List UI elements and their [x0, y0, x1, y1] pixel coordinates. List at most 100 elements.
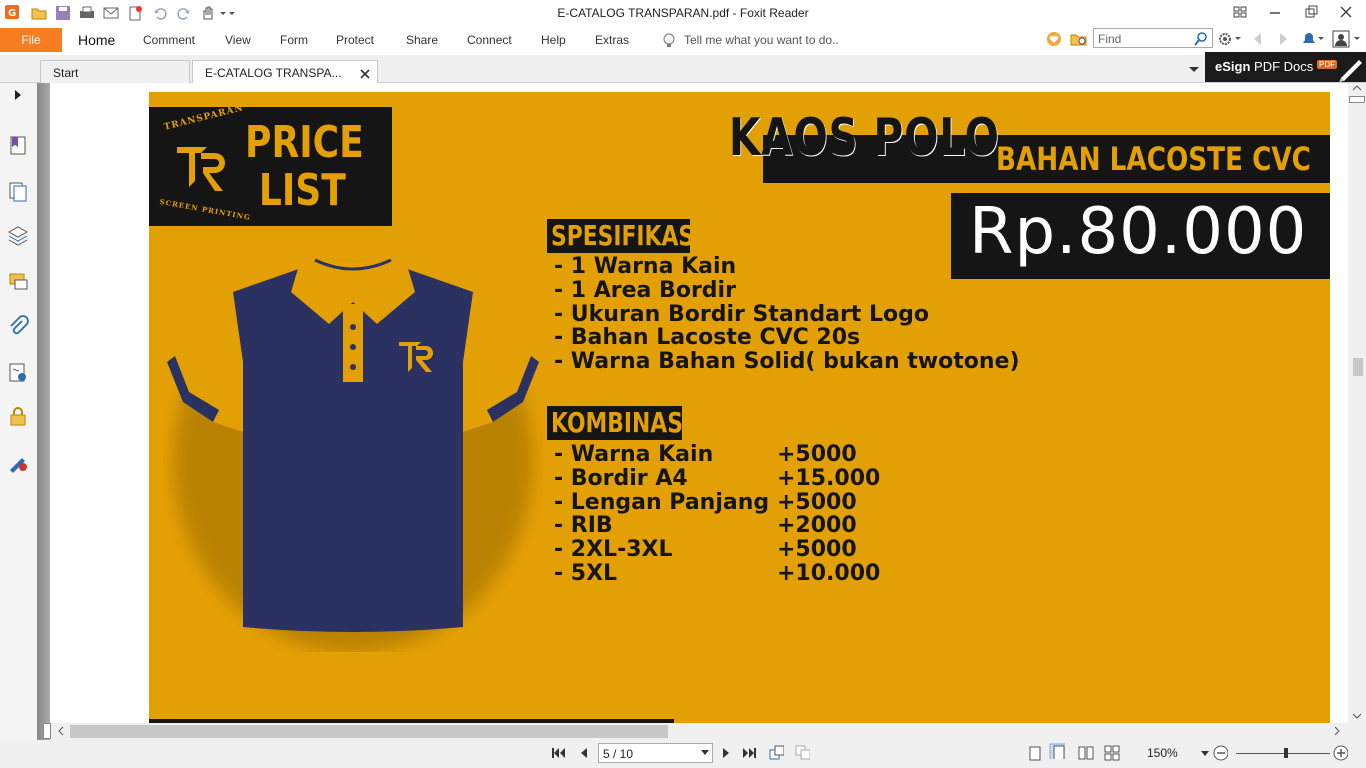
search-icon[interactable] [1193, 31, 1209, 47]
expand-panel-icon[interactable] [10, 87, 32, 109]
combo-item-name: - RIB [554, 513, 613, 538]
tab-view[interactable]: View [225, 33, 251, 47]
previous-view-icon[interactable] [1250, 31, 1266, 50]
spec-item: - Bahan Lacoste CVC 20s [554, 325, 861, 350]
bookmarks-icon[interactable] [7, 134, 29, 156]
find-input[interactable]: Find [1093, 28, 1213, 48]
tab-start-label: Start [53, 66, 79, 80]
file-tab[interactable]: File [0, 28, 62, 52]
combo-item-name: - Warna Kain [554, 442, 714, 467]
window-title: E-CATALOG TRANSPARAN.pdf - Foxit Reader [557, 6, 809, 20]
hscroll-split-handle[interactable] [43, 723, 51, 739]
minimize-button[interactable] [1265, 3, 1285, 21]
product-price: Rp.80.000 [969, 195, 1308, 269]
document-view[interactable]: TRANSPARAN SCREEN PRINTING PRICE LIST KA… [50, 83, 1348, 723]
page-dropdown-chevron-icon[interactable] [701, 750, 709, 756]
tab-help[interactable]: Help [541, 33, 566, 47]
attachments-paperclip-icon[interactable] [7, 315, 29, 337]
spec-section-title: SPESIFIKASI [547, 219, 702, 253]
settings-gear-icon[interactable] [1217, 31, 1243, 50]
tab-protect[interactable]: Protect [336, 33, 374, 47]
heart-icon[interactable] [1046, 31, 1062, 50]
page-number-field[interactable]: 5 / 10 [598, 743, 713, 763]
horizontal-scrollbar[interactable] [50, 723, 1348, 740]
tell-me-placeholder: Tell me what you want to do.. [684, 33, 839, 47]
pages-thumbnails-icon[interactable] [7, 180, 29, 202]
tab-share[interactable]: Share [406, 33, 438, 47]
single-page-view-icon[interactable] [1027, 745, 1043, 761]
logo-block: TRANSPARAN SCREEN PRINTING PRICE LIST [149, 103, 392, 226]
folder-search-icon[interactable] [1070, 31, 1088, 50]
combo-item-price: +5000 [777, 537, 857, 562]
title-bar: G E-CATALOG TRANSPARAN.pdf - Foxit Reade… [0, 0, 1366, 27]
page-number-value: 5 / 10 [603, 747, 634, 761]
polo-shirt-image [167, 252, 539, 652]
combo-item-name: - Lengan Panjang [554, 490, 770, 515]
scroll-down-arrow-icon[interactable] [1352, 711, 1362, 721]
spec-item: - 1 Warna Kain [554, 254, 737, 279]
combo-item-price: +15.000 [777, 466, 881, 491]
scroll-right-arrow-icon[interactable] [1332, 726, 1342, 736]
next-view-page-icon[interactable] [794, 745, 810, 761]
scroll-up-arrow-icon[interactable] [1352, 83, 1362, 93]
first-page-icon[interactable] [550, 745, 566, 761]
price-list-title: PRICE LIST [245, 117, 364, 216]
tab-form[interactable]: Form [280, 33, 308, 47]
tab-list-chevron-down-icon[interactable] [1188, 65, 1200, 75]
scroll-split-handle[interactable] [1349, 96, 1365, 103]
combo-item-price: +5000 [777, 490, 857, 515]
spec-item: - Warna Bahan Solid( bukan twotone) [554, 349, 1020, 374]
horizontal-scroll-thumb[interactable] [70, 725, 668, 738]
layers-icon[interactable] [7, 224, 29, 246]
close-button[interactable] [1336, 3, 1356, 21]
pdf-badge: PDF [1317, 60, 1337, 69]
combo-item-price: +10.000 [777, 561, 881, 586]
scroll-left-arrow-icon[interactable] [56, 726, 66, 736]
esign-bold-label: eSign [1215, 59, 1251, 74]
tell-me-search[interactable]: Tell me what you want to do.. [662, 32, 839, 50]
next-view-icon[interactable] [1275, 31, 1291, 50]
zoom-in-icon[interactable] [1332, 745, 1348, 761]
certify-signature-icon[interactable] [7, 451, 29, 473]
previous-view-page-icon[interactable] [768, 745, 784, 761]
continuous-page-view-icon[interactable] [1049, 743, 1065, 759]
find-placeholder: Find [1098, 32, 1122, 46]
sidebar-splitter[interactable] [37, 83, 50, 740]
tab-extras[interactable]: Extras [595, 33, 629, 47]
zoom-slider[interactable] [1236, 748, 1330, 758]
maximize-button[interactable] [1301, 3, 1321, 21]
continuous-facing-view-icon[interactable] [1104, 745, 1120, 761]
zoom-slider-thumb[interactable] [1284, 748, 1288, 758]
tab-document[interactable]: E-CATALOG TRANSPA... [192, 60, 378, 84]
vertical-scroll-thumb[interactable] [1353, 358, 1363, 376]
tab-start[interactable]: Start [40, 60, 190, 84]
combo-item-name: - 5XL [554, 561, 618, 586]
zoom-out-icon[interactable] [1212, 745, 1228, 761]
user-account-icon[interactable] [1332, 30, 1364, 51]
security-lock-icon[interactable] [7, 405, 29, 427]
ribbon-tabs: File Home Comment View Form Protect Shar… [0, 27, 1366, 55]
signatures-icon[interactable] [7, 361, 29, 383]
comments-icon[interactable] [7, 270, 29, 292]
combo-item-name: - 2XL-3XL [554, 537, 673, 562]
spec-item: - Ukuran Bordir Standart Logo [554, 302, 929, 327]
combo-section-title: KOMBINASI [547, 406, 691, 440]
next-page-icon[interactable] [718, 745, 734, 761]
tab-document-label: E-CATALOG TRANSPA... [205, 66, 342, 80]
notification-bell-icon[interactable] [1300, 31, 1326, 50]
close-tab-icon[interactable] [359, 68, 371, 80]
esign-label: PDF Docs [1250, 59, 1314, 74]
combo-item-price: +5000 [777, 442, 857, 467]
vertical-scrollbar[interactable] [1348, 83, 1366, 723]
combo-item-name: - Bordir A4 [554, 466, 688, 491]
facing-page-view-icon[interactable] [1078, 745, 1094, 761]
last-page-icon[interactable] [742, 745, 758, 761]
tab-connect[interactable]: Connect [467, 33, 512, 47]
zoom-level[interactable]: 150% [1147, 746, 1178, 760]
previous-page-icon[interactable] [576, 745, 592, 761]
pdf-page: TRANSPARAN SCREEN PRINTING PRICE LIST KA… [149, 92, 1330, 723]
restore-ribbon-icon[interactable] [1230, 3, 1250, 21]
tab-comment[interactable]: Comment [143, 33, 195, 47]
esign-pdf-docs-button[interactable]: eSign PDF Docs PDF [1205, 52, 1366, 82]
tab-home[interactable]: Home [78, 32, 115, 48]
